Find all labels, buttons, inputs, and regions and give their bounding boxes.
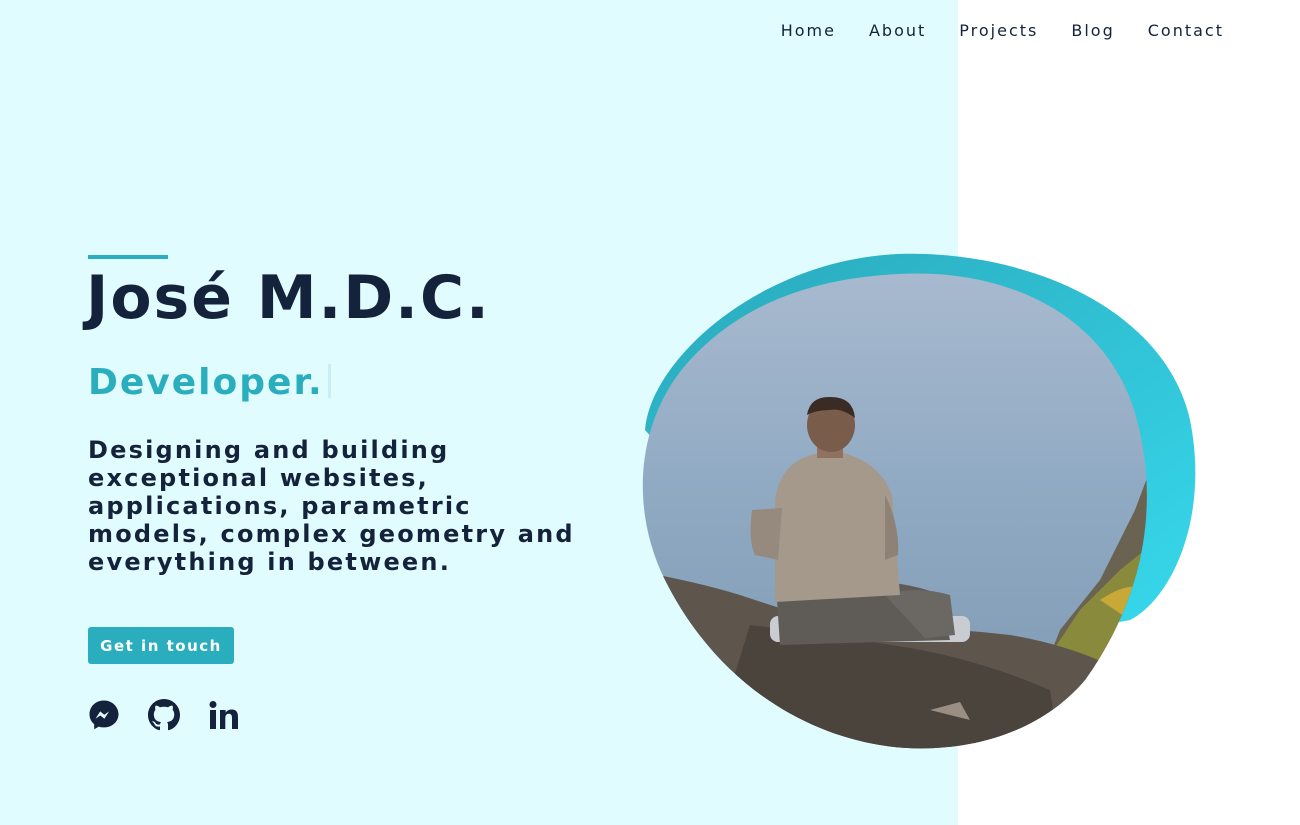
get-in-touch-button[interactable]: Get in touch <box>88 627 234 664</box>
messenger-icon <box>89 700 119 730</box>
page: Home About Projects Blog Contact José M.… <box>0 0 1300 825</box>
role-typewriter: Developer. <box>88 359 331 407</box>
nav-item-blog[interactable]: Blog <box>1071 20 1114 42</box>
tagline: Designing and building exceptional websi… <box>88 436 575 576</box>
hero-illustration <box>642 253 1196 749</box>
github-link[interactable] <box>148 699 180 731</box>
social-links <box>88 699 240 731</box>
nav-item-about[interactable]: About <box>869 20 926 42</box>
linkedin-link[interactable] <box>208 699 240 731</box>
messenger-link[interactable] <box>88 699 120 731</box>
role-text: Developer. <box>88 362 324 403</box>
title-accent-line <box>88 255 168 259</box>
main-nav: Home About Projects Blog Contact <box>781 20 1224 42</box>
nav-item-home[interactable]: Home <box>781 20 836 42</box>
linkedin-icon <box>209 701 238 729</box>
page-title: José M.D.C. <box>86 263 491 333</box>
nav-item-projects[interactable]: Projects <box>959 20 1038 42</box>
github-icon <box>148 699 180 731</box>
nav-item-contact[interactable]: Contact <box>1148 20 1224 42</box>
typing-cursor <box>327 364 331 398</box>
